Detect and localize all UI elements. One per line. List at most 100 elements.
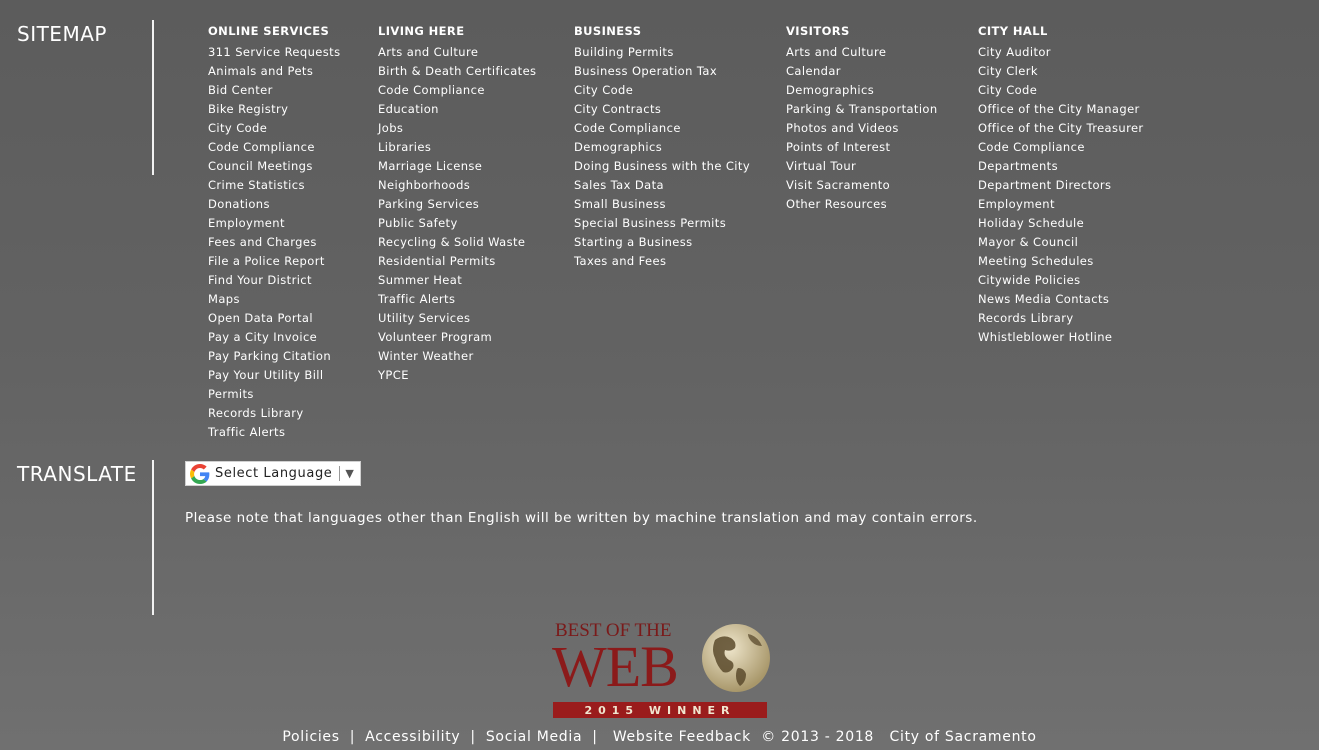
sitemap-link[interactable]: Meeting Schedules <box>978 254 1094 268</box>
sitemap-link[interactable]: Demographics <box>786 83 874 97</box>
sitemap-link[interactable]: Winter Weather <box>378 349 474 363</box>
sitemap-link[interactable]: Doing Business with the City <box>574 159 750 173</box>
sitemap-link[interactable]: Permits <box>208 387 254 401</box>
social-media-link[interactable]: Social Media <box>486 729 582 745</box>
sitemap-link[interactable]: Volunteer Program <box>378 330 492 344</box>
sitemap-link[interactable]: Citywide Policies <box>978 273 1081 287</box>
sitemap-link[interactable]: Pay Your Utility Bill <box>208 368 324 382</box>
column-heading: VISITORS <box>786 24 850 38</box>
sitemap-link[interactable]: City Clerk <box>978 64 1038 78</box>
sitemap-link[interactable]: Donations <box>208 197 270 211</box>
sitemap-link[interactable]: Neighborhoods <box>378 178 470 192</box>
sitemap-link[interactable]: Bid Center <box>208 83 273 97</box>
sitemap-link[interactable]: Whistleblower Hotline <box>978 330 1112 344</box>
sitemap-link[interactable]: Visit Sacramento <box>786 178 890 192</box>
sitemap-link[interactable]: Parking Services <box>378 197 479 211</box>
sitemap-link[interactable]: Parking & Transportation <box>786 102 938 116</box>
sitemap-link[interactable]: Employment <box>978 197 1055 211</box>
sitemap-link[interactable]: Jobs <box>378 121 403 135</box>
sitemap-link[interactable]: Office of the City Manager <box>978 102 1140 116</box>
sitemap-link[interactable]: Calendar <box>786 64 841 78</box>
sitemap-link[interactable]: Fees and Charges <box>208 235 317 249</box>
sitemap-link[interactable]: Arts and Culture <box>378 45 478 59</box>
sitemap-link[interactable]: Open Data Portal <box>208 311 313 325</box>
sitemap-link[interactable]: Code Compliance <box>378 83 485 97</box>
sitemap-link[interactable]: Photos and Videos <box>786 121 899 135</box>
sitemap-link[interactable]: Bike Registry <box>208 102 288 116</box>
sitemap-list-item: YPCE <box>378 366 536 385</box>
sitemap-link[interactable]: City Code <box>208 121 267 135</box>
sitemap-column-online-services: ONLINE SERVICES 311 Service Requests Anim… <box>208 24 340 442</box>
sitemap-list-item: Permits <box>208 385 340 404</box>
sitemap-link[interactable]: Recycling & Solid Waste <box>378 235 525 249</box>
city-of-sacramento-link[interactable]: City of Sacramento <box>890 729 1037 745</box>
sitemap-link[interactable]: News Media Contacts <box>978 292 1109 306</box>
sitemap-link[interactable]: Summer Heat <box>378 273 462 287</box>
accessibility-link[interactable]: Accessibility <box>365 729 460 745</box>
sitemap-link[interactable]: Demographics <box>574 140 662 154</box>
website-feedback-link[interactable]: Website Feedback <box>613 729 751 745</box>
sitemap-link[interactable]: Small Business <box>574 197 666 211</box>
sitemap-link[interactable]: Traffic Alerts <box>208 425 285 439</box>
sitemap-link[interactable]: Building Permits <box>574 45 674 59</box>
sitemap-link[interactable]: Maps <box>208 292 240 306</box>
sitemap-list-item: Mayor & Council <box>978 233 1144 252</box>
sitemap-link[interactable]: Education <box>378 102 439 116</box>
sitemap-link[interactable]: Virtual Tour <box>786 159 856 173</box>
sitemap-link[interactable]: Points of Interest <box>786 140 890 154</box>
language-select[interactable]: Select Language ▼ <box>185 461 361 486</box>
footer-separator: | <box>349 729 356 745</box>
sitemap-list-item: Visit Sacramento <box>786 176 938 195</box>
sitemap-link[interactable]: Code Compliance <box>978 140 1085 154</box>
sitemap-link[interactable]: Birth & Death Certificates <box>378 64 536 78</box>
sitemap-list-item: Business Operation Tax <box>574 62 750 81</box>
sitemap-column-visitors: VISITORS Arts and Culture Calendar Demogra… <box>786 24 938 214</box>
sitemap-link[interactable]: Employment <box>208 216 285 230</box>
sitemap-link[interactable]: Sales Tax Data <box>574 178 664 192</box>
sitemap-link[interactable]: Animals and Pets <box>208 64 313 78</box>
sitemap-link[interactable]: Starting a Business <box>574 235 693 249</box>
sitemap-link[interactable]: Other Resources <box>786 197 887 211</box>
sitemap-link[interactable]: Records Library <box>978 311 1074 325</box>
sitemap-link[interactable]: Holiday Schedule <box>978 216 1084 230</box>
sitemap-list-item: Department Directors <box>978 176 1144 195</box>
sitemap-link[interactable]: City Contracts <box>574 102 661 116</box>
sitemap-link[interactable]: Records Library <box>208 406 304 420</box>
sitemap-link[interactable]: City Code <box>978 83 1037 97</box>
sitemap-link[interactable]: Code Compliance <box>208 140 315 154</box>
sitemap-link[interactable]: Public Safety <box>378 216 458 230</box>
sitemap-list-item: Departments <box>978 157 1144 176</box>
sitemap-link[interactable]: Residential Permits <box>378 254 496 268</box>
sitemap-link[interactable]: Arts and Culture <box>786 45 886 59</box>
sitemap-link[interactable]: Find Your District <box>208 273 312 287</box>
sitemap-link[interactable]: Department Directors <box>978 178 1111 192</box>
language-select-divider <box>339 466 341 481</box>
policies-link[interactable]: Policies <box>282 729 339 745</box>
sitemap-list-item: Code Compliance <box>574 119 750 138</box>
sitemap-list-item: Maps <box>208 290 340 309</box>
sitemap-link[interactable]: Marriage License <box>378 159 482 173</box>
sitemap-link[interactable]: Departments <box>978 159 1058 173</box>
sitemap-link[interactable]: City Auditor <box>978 45 1051 59</box>
sitemap-link[interactable]: Utility Services <box>378 311 470 325</box>
sitemap-link[interactable]: Pay a City Invoice <box>208 330 317 344</box>
sitemap-link[interactable]: 311 Service Requests <box>208 45 340 59</box>
sitemap-list-item: Parking Services <box>378 195 536 214</box>
sitemap-link[interactable]: Crime Statistics <box>208 178 305 192</box>
sitemap-list-item: Code Compliance <box>378 81 536 100</box>
sitemap-link[interactable]: Mayor & Council <box>978 235 1078 249</box>
dropdown-caret-icon: ▼ <box>345 467 354 480</box>
sitemap-link[interactable]: Pay Parking Citation <box>208 349 331 363</box>
sitemap-link[interactable]: File a Police Report <box>208 254 325 268</box>
sitemap-link[interactable]: Office of the City Treasurer <box>978 121 1144 135</box>
sitemap-link[interactable]: YPCE <box>378 368 409 382</box>
sitemap-link[interactable]: Code Compliance <box>574 121 681 135</box>
sitemap-link[interactable]: Special Business Permits <box>574 216 726 230</box>
sitemap-link[interactable]: Libraries <box>378 140 431 154</box>
sitemap-list-item: Starting a Business <box>574 233 750 252</box>
sitemap-link[interactable]: Traffic Alerts <box>378 292 455 306</box>
sitemap-link[interactable]: Council Meetings <box>208 159 313 173</box>
sitemap-link[interactable]: Business Operation Tax <box>574 64 717 78</box>
sitemap-link[interactable]: Taxes and Fees <box>574 254 666 268</box>
sitemap-link[interactable]: City Code <box>574 83 633 97</box>
